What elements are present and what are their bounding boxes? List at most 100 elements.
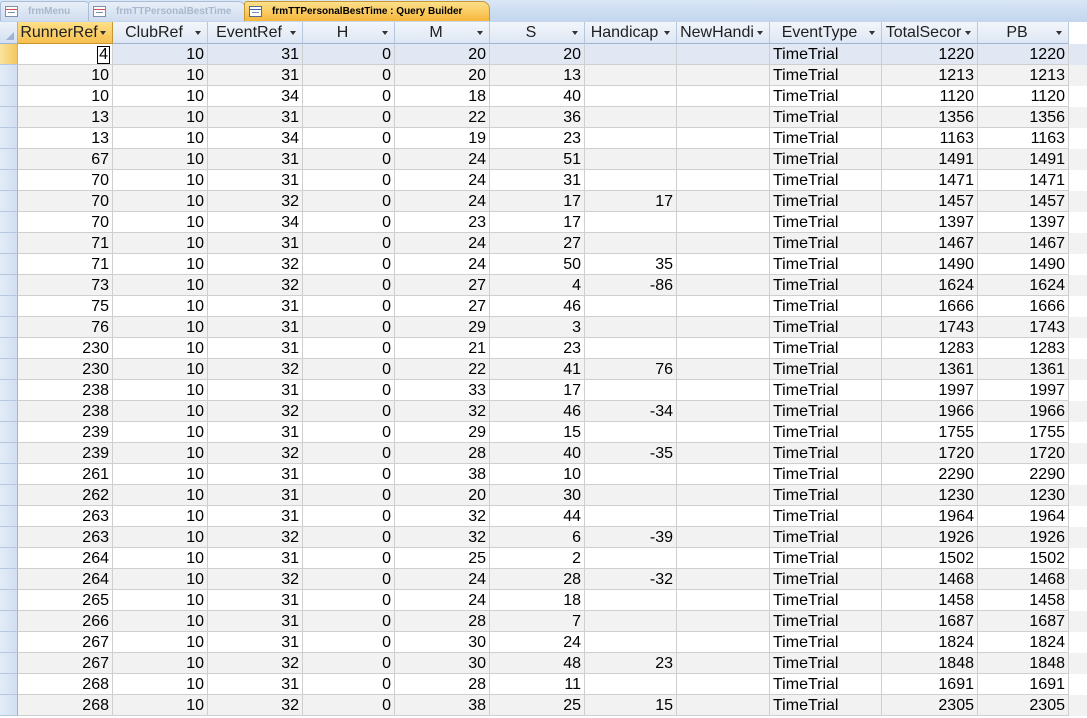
cell-clubref[interactable]: 10 [113,485,208,506]
cell-handicap[interactable] [585,548,677,569]
record-selector[interactable] [0,86,18,107]
cell-totalsecor[interactable]: 1120 [882,86,978,107]
cell-newhandi[interactable] [677,464,770,485]
cell-totalsecor[interactable]: 1824 [882,632,978,653]
cell-eventref[interactable]: 32 [208,359,303,380]
record-selector[interactable] [0,485,18,506]
filter-dropdown-icon[interactable] [100,31,106,35]
cell-eventref[interactable]: 34 [208,86,303,107]
cell-handicap[interactable] [585,611,677,632]
record-selector[interactable] [0,338,18,359]
cell-runnerref[interactable]: 266 [18,611,113,632]
cell-m[interactable]: 24 [395,233,490,254]
cell-newhandi[interactable] [677,401,770,422]
record-selector[interactable] [0,380,18,401]
cell-totalsecor[interactable]: 1964 [882,506,978,527]
record-selector[interactable] [0,65,18,86]
cell-newhandi[interactable] [677,44,770,65]
cell-m[interactable]: 27 [395,296,490,317]
record-selector[interactable] [0,296,18,317]
column-header-pb[interactable]: PB [978,22,1069,44]
cell-s[interactable]: 36 [490,107,585,128]
cell-s[interactable]: 17 [490,380,585,401]
cell-runnerref[interactable]: 67 [18,149,113,170]
cell-eventref[interactable]: 31 [208,506,303,527]
cell-pb[interactable]: 1743 [978,317,1069,338]
tab-frmMenu[interactable]: frmMenu [0,1,92,21]
cell-runnerref[interactable]: 73 [18,275,113,296]
cell-m[interactable]: 20 [395,44,490,65]
cell-pb[interactable]: 1624 [978,275,1069,296]
cell-handicap[interactable]: 23 [585,653,677,674]
cell-runnerref[interactable]: 70 [18,191,113,212]
cell-clubref[interactable]: 10 [113,548,208,569]
cell-eventtype[interactable]: TimeTrial [770,317,882,338]
cell-runnerref[interactable]: 238 [18,401,113,422]
cell-eventref[interactable]: 31 [208,107,303,128]
cell-h[interactable]: 0 [303,527,395,548]
record-selector[interactable] [0,233,18,254]
cell-eventtype[interactable]: TimeTrial [770,464,882,485]
cell-h[interactable]: 0 [303,674,395,695]
column-header-runnerref[interactable]: RunnerRef [18,22,113,44]
cell-m[interactable]: 38 [395,695,490,716]
filter-dropdown-icon[interactable] [965,31,971,35]
cell-pb[interactable]: 1491 [978,149,1069,170]
record-selector[interactable] [0,464,18,485]
cell-totalsecor[interactable]: 1283 [882,338,978,359]
cell-eventref[interactable]: 31 [208,338,303,359]
cell-handicap[interactable]: -39 [585,527,677,548]
cell-handicap[interactable]: 15 [585,695,677,716]
cell-h[interactable]: 0 [303,569,395,590]
cell-handicap[interactable] [585,506,677,527]
cell-eventtype[interactable]: TimeTrial [770,695,882,716]
cell-eventtype[interactable]: TimeTrial [770,128,882,149]
cell-m[interactable]: 21 [395,338,490,359]
cell-pb[interactable]: 1720 [978,443,1069,464]
cell-h[interactable]: 0 [303,359,395,380]
cell-newhandi[interactable] [677,443,770,464]
cell-clubref[interactable]: 10 [113,695,208,716]
cell-runnerref[interactable]: 4 [18,44,113,65]
cell-runnerref[interactable]: 10 [18,86,113,107]
cell-eventref[interactable]: 32 [208,527,303,548]
cell-totalsecor[interactable]: 1720 [882,443,978,464]
cell-newhandi[interactable] [677,590,770,611]
cell-pb[interactable]: 1397 [978,212,1069,233]
cell-m[interactable]: 20 [395,65,490,86]
cell-pb[interactable]: 1120 [978,86,1069,107]
cell-m[interactable]: 24 [395,149,490,170]
cell-handicap[interactable] [585,632,677,653]
cell-pb[interactable]: 1848 [978,653,1069,674]
cell-eventref[interactable]: 31 [208,485,303,506]
filter-dropdown-icon[interactable] [195,31,201,35]
cell-runnerref[interactable]: 261 [18,464,113,485]
cell-eventtype[interactable]: TimeTrial [770,590,882,611]
cell-newhandi[interactable] [677,569,770,590]
cell-s[interactable]: 28 [490,569,585,590]
cell-clubref[interactable]: 10 [113,128,208,149]
cell-newhandi[interactable] [677,359,770,380]
cell-eventtype[interactable]: TimeTrial [770,107,882,128]
cell-h[interactable]: 0 [303,233,395,254]
cell-h[interactable]: 0 [303,170,395,191]
cell-s[interactable]: 46 [490,401,585,422]
cell-s[interactable]: 15 [490,422,585,443]
cell-newhandi[interactable] [677,653,770,674]
filter-dropdown-icon[interactable] [382,31,388,35]
cell-totalsecor[interactable]: 1848 [882,653,978,674]
cell-eventref[interactable]: 34 [208,212,303,233]
cell-pb[interactable]: 1502 [978,548,1069,569]
cell-newhandi[interactable] [677,254,770,275]
cell-s[interactable]: 4 [490,275,585,296]
cell-s[interactable]: 23 [490,338,585,359]
cell-handicap[interactable] [585,107,677,128]
cell-m[interactable]: 32 [395,527,490,548]
cell-h[interactable]: 0 [303,401,395,422]
cell-totalsecor[interactable]: 1471 [882,170,978,191]
cell-eventref[interactable]: 31 [208,674,303,695]
cell-newhandi[interactable] [677,611,770,632]
cell-handicap[interactable] [585,296,677,317]
cell-eventref[interactable]: 31 [208,611,303,632]
record-selector[interactable] [0,107,18,128]
